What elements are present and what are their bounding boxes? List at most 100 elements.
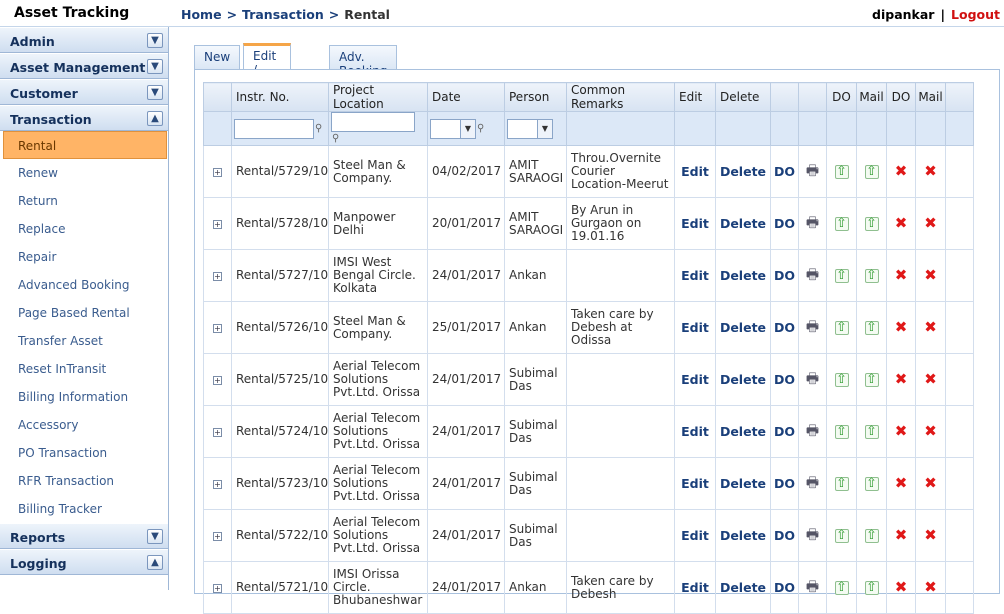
logout-link[interactable]: Logout — [951, 7, 1000, 22]
sidebar-item-billing-tracker[interactable]: Billing Tracker — [0, 495, 168, 523]
printer-icon[interactable]: 🖶 — [806, 319, 819, 335]
delete-x-icon[interactable]: ✖ — [895, 474, 908, 492]
upload-arrow-icon[interactable]: ⇧ — [864, 268, 879, 283]
tab-new[interactable]: New — [194, 45, 241, 69]
sidebar-item-advanced-booking[interactable]: Advanced Booking — [0, 271, 168, 299]
tab-edit-view[interactable]: Edit / View — [243, 43, 292, 91]
printer-icon[interactable]: 🖶 — [806, 527, 819, 543]
edit-link[interactable]: Edit — [681, 528, 709, 543]
chevron-up-icon[interactable]: ▲ — [147, 555, 163, 570]
edit-link[interactable]: Edit — [681, 580, 709, 595]
instr-no-filter-input[interactable] — [234, 118, 314, 139]
do-link[interactable]: DO — [774, 164, 795, 179]
upload-arrow-icon[interactable]: ⇧ — [864, 580, 879, 595]
chevron-down-icon[interactable]: ▼ — [147, 33, 163, 48]
sidebar-section-transaction[interactable]: Transaction ▲ — [0, 105, 168, 131]
printer-icon[interactable]: 🖶 — [806, 423, 819, 439]
breadcrumb-home[interactable]: Home — [181, 7, 222, 22]
column-header-person[interactable]: Person — [504, 82, 567, 112]
edit-link[interactable]: Edit — [681, 476, 709, 491]
upload-arrow-icon[interactable]: ⇧ — [834, 268, 849, 283]
sidebar-item-replace[interactable]: Replace — [0, 215, 168, 243]
column-header-instr-no[interactable]: Instr. No. — [231, 82, 329, 112]
upload-arrow-icon[interactable]: ⇧ — [864, 424, 879, 439]
sidebar-item-rental[interactable]: Rental — [3, 131, 167, 159]
chevron-down-icon[interactable]: ▼ — [147, 85, 163, 100]
delete-link[interactable]: Delete — [720, 476, 766, 491]
upload-arrow-icon[interactable]: ⇧ — [834, 424, 849, 439]
upload-arrow-icon[interactable]: ⇧ — [834, 580, 849, 595]
sidebar-section-reports[interactable]: Reports ▼ — [0, 523, 168, 549]
upload-arrow-icon[interactable]: ⇧ — [834, 320, 849, 335]
sidebar-item-repair[interactable]: Repair — [0, 243, 168, 271]
upload-arrow-icon[interactable]: ⇧ — [834, 372, 849, 387]
upload-arrow-icon[interactable]: ⇧ — [864, 476, 879, 491]
column-header-common-remarks[interactable]: Common Remarks — [566, 82, 675, 112]
chevron-up-icon[interactable]: ▲ — [147, 111, 163, 126]
person-filter-select[interactable]: ▼ — [507, 118, 553, 139]
delete-link[interactable]: Delete — [720, 580, 766, 595]
expand-icon[interactable]: + — [213, 168, 222, 177]
delete-x-icon[interactable]: ✖ — [895, 162, 908, 180]
breadcrumb-transaction[interactable]: Transaction — [242, 7, 324, 22]
delete-x-icon[interactable]: ✖ — [895, 318, 908, 336]
delete-x-icon[interactable]: ✖ — [895, 578, 908, 596]
sidebar-item-return[interactable]: Return — [0, 187, 168, 215]
do-link[interactable]: DO — [774, 320, 795, 335]
chevron-down-icon[interactable]: ▼ — [460, 119, 475, 138]
delete-link[interactable]: Delete — [720, 216, 766, 231]
delete-x-icon[interactable]: ✖ — [924, 526, 937, 544]
expand-icon[interactable]: + — [213, 428, 222, 437]
filter-icon[interactable]: ⚲ — [332, 132, 342, 145]
upload-arrow-icon[interactable]: ⇧ — [864, 528, 879, 543]
delete-link[interactable]: Delete — [720, 164, 766, 179]
tab-adv-booking-rental[interactable]: Adv. Booking Rental — [329, 45, 398, 92]
delete-x-icon[interactable]: ✖ — [924, 266, 937, 284]
sidebar-item-reset-intransit[interactable]: Reset InTransit — [0, 355, 168, 383]
sidebar-section-customer[interactable]: Customer ▼ — [0, 79, 168, 105]
delete-x-icon[interactable]: ✖ — [924, 318, 937, 336]
edit-link[interactable]: Edit — [681, 372, 709, 387]
delete-link[interactable]: Delete — [720, 372, 766, 387]
delete-x-icon[interactable]: ✖ — [895, 422, 908, 440]
do-link[interactable]: DO — [774, 528, 795, 543]
delete-link[interactable]: Delete — [720, 528, 766, 543]
delete-x-icon[interactable]: ✖ — [895, 214, 908, 232]
printer-icon[interactable]: 🖶 — [806, 215, 819, 231]
upload-arrow-icon[interactable]: ⇧ — [864, 164, 879, 179]
chevron-down-icon[interactable]: ▼ — [537, 119, 552, 138]
sidebar-section-logging[interactable]: Logging ▲ — [0, 549, 168, 575]
edit-link[interactable]: Edit — [681, 320, 709, 335]
sidebar-section-asset-management[interactable]: Asset Management ▼ — [0, 53, 168, 79]
expand-icon[interactable]: + — [213, 272, 222, 281]
printer-icon[interactable]: 🖶 — [806, 371, 819, 387]
expand-icon[interactable]: + — [213, 324, 222, 333]
expand-icon[interactable]: + — [213, 584, 222, 593]
delete-x-icon[interactable]: ✖ — [924, 578, 937, 596]
edit-link[interactable]: Edit — [681, 216, 709, 231]
do-link[interactable]: DO — [774, 424, 795, 439]
delete-x-icon[interactable]: ✖ — [895, 370, 908, 388]
delete-link[interactable]: Delete — [720, 320, 766, 335]
delete-link[interactable]: Delete — [720, 424, 766, 439]
upload-arrow-icon[interactable]: ⇧ — [864, 216, 879, 231]
printer-icon[interactable]: 🖶 — [806, 475, 819, 491]
expand-icon[interactable]: + — [213, 532, 222, 541]
sidebar-item-accessory[interactable]: Accessory — [0, 411, 168, 439]
expand-icon[interactable]: + — [213, 376, 222, 385]
upload-arrow-icon[interactable]: ⇧ — [864, 372, 879, 387]
upload-arrow-icon[interactable]: ⇧ — [834, 476, 849, 491]
sidebar-item-renew[interactable]: Renew — [0, 159, 168, 187]
delete-x-icon[interactable]: ✖ — [895, 526, 908, 544]
column-header-date[interactable]: Date — [427, 82, 505, 112]
printer-icon[interactable]: 🖶 — [806, 163, 819, 179]
do-link[interactable]: DO — [774, 216, 795, 231]
delete-x-icon[interactable]: ✖ — [924, 422, 937, 440]
column-header-project-location[interactable]: Project Location — [328, 82, 428, 112]
project-location-filter-input[interactable] — [331, 112, 415, 132]
do-link[interactable]: DO — [774, 580, 795, 595]
filter-icon[interactable]: ⚲ — [477, 122, 487, 135]
filter-icon[interactable]: ⚲ — [315, 122, 325, 135]
sidebar-item-transfer-asset[interactable]: Transfer Asset — [0, 327, 168, 355]
edit-link[interactable]: Edit — [681, 424, 709, 439]
